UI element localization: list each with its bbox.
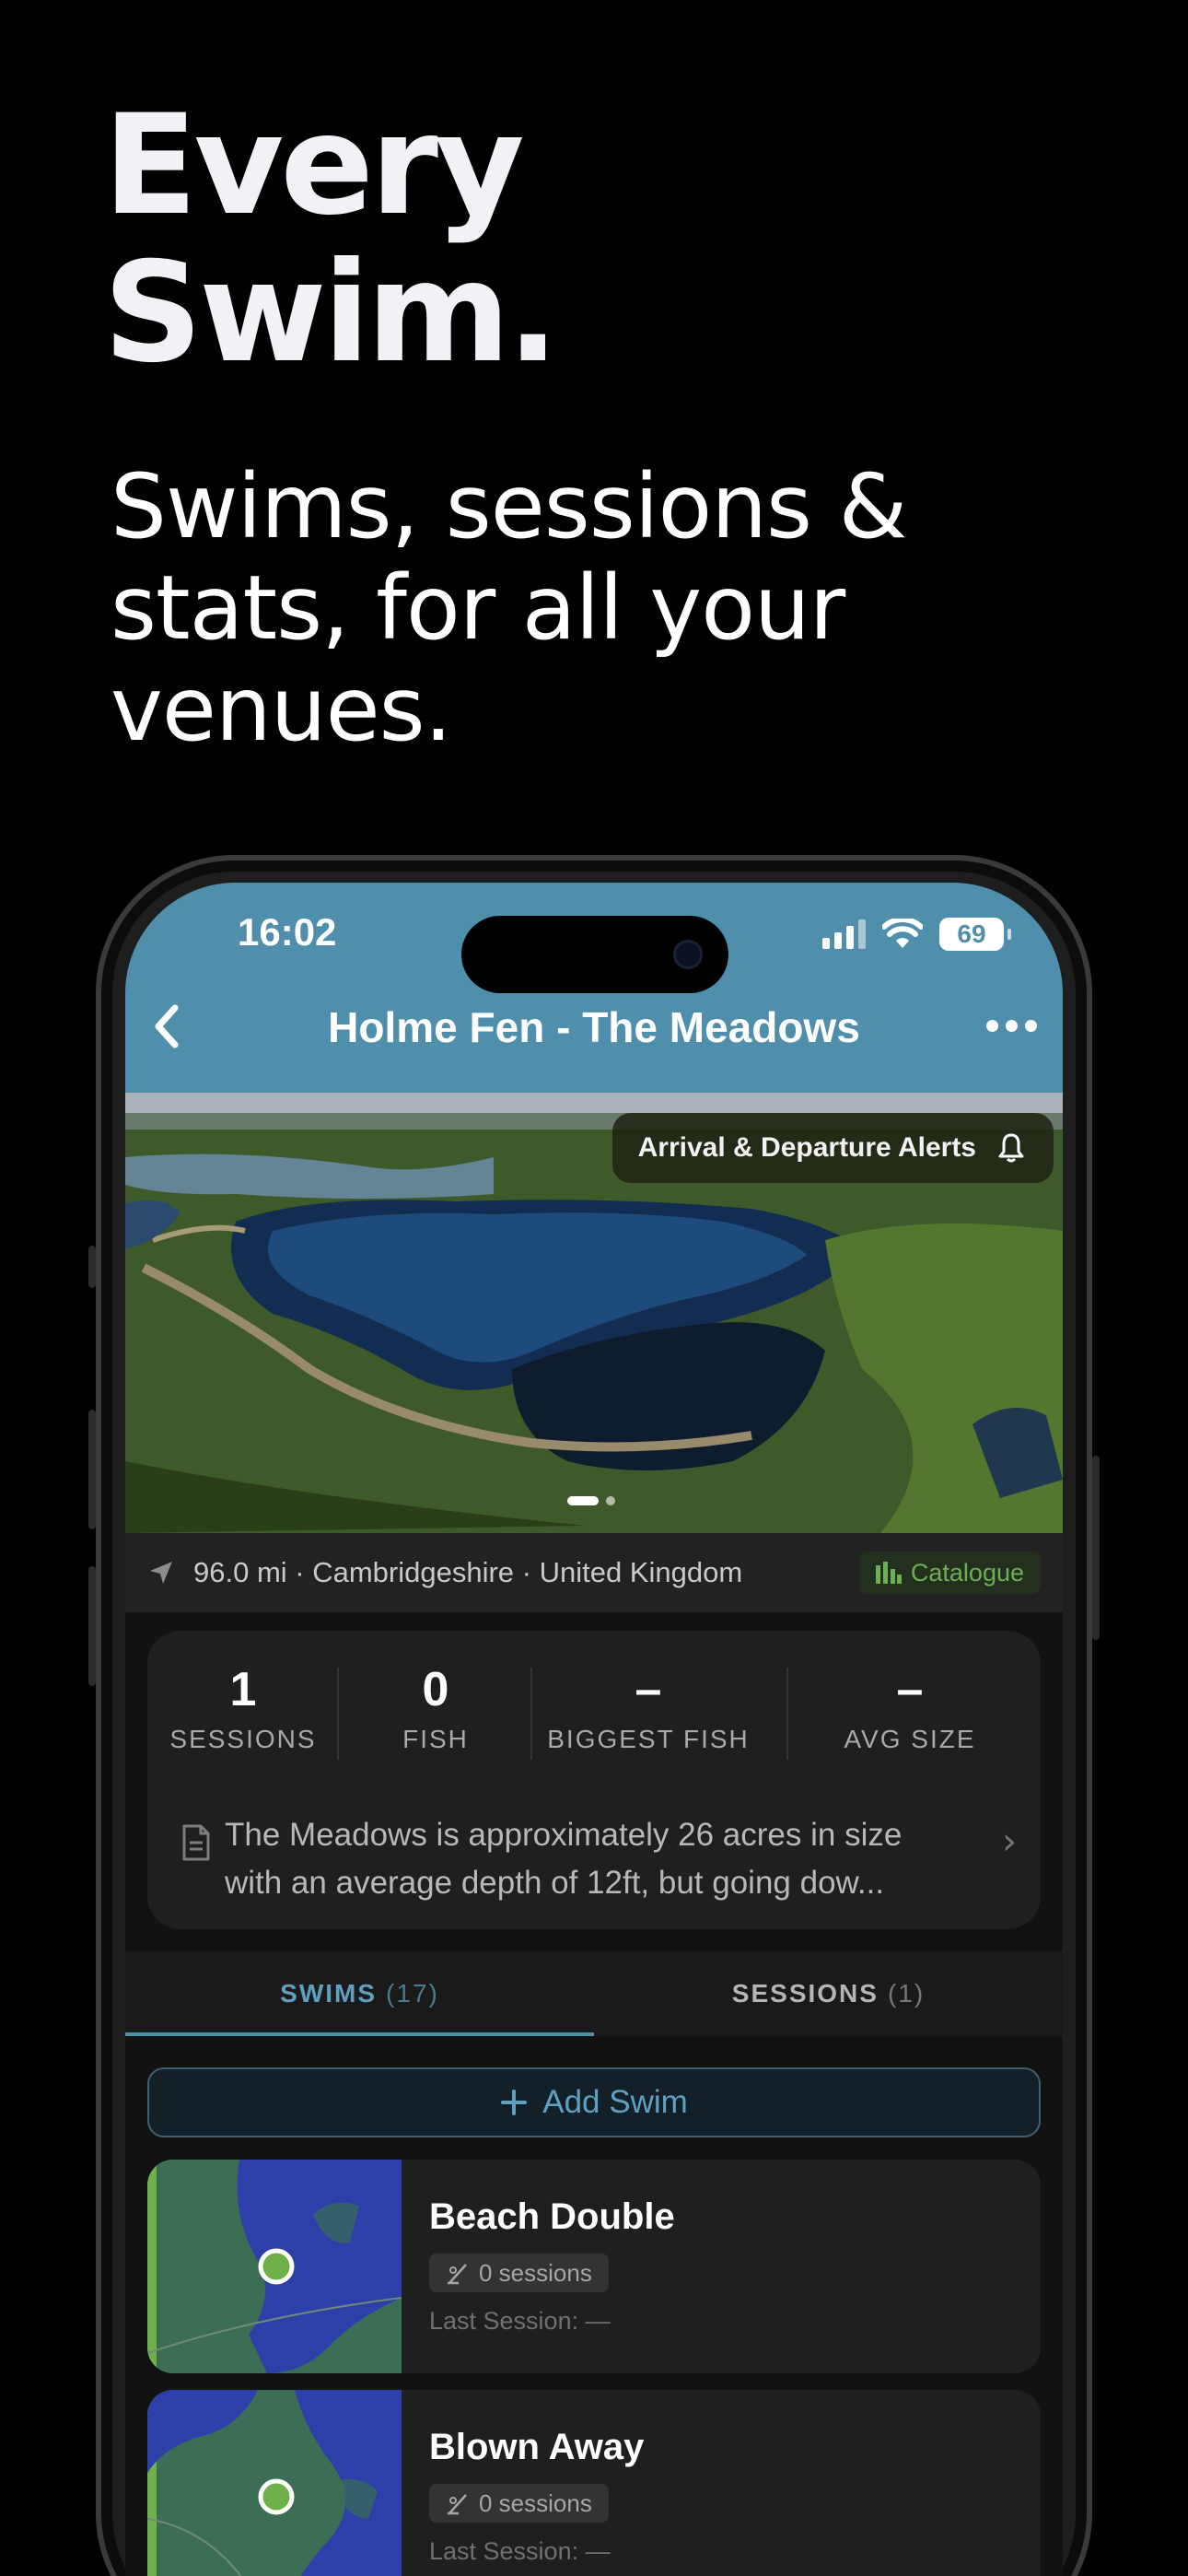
status-time: 16:02 (238, 910, 337, 954)
document-icon (182, 1824, 210, 1861)
back-chevron-icon (155, 1004, 179, 1048)
dynamic-island (461, 916, 728, 993)
battery-icon: 69 (939, 918, 1011, 951)
swim-sessions-badge: 0 sessions (429, 2484, 609, 2523)
carousel-pager (567, 1496, 615, 1505)
location-row: 96.0 mi · Cambridgeshire · United Kingdo… (125, 1533, 1063, 1612)
plus-icon (501, 2090, 528, 2115)
swim-map-thumbnail (147, 2390, 402, 2576)
description-text: The Meadows is approximately 26 acres in… (225, 1811, 943, 1907)
app-header: 16:02 69 Holme Fen - The Meadows (125, 883, 1063, 1093)
swim-map (147, 2160, 402, 2373)
chevron-right-icon: › (1002, 1821, 1017, 1863)
volume-up-button (88, 1410, 96, 1529)
catalogue-button[interactable]: Catalogue (858, 1551, 1041, 1594)
headline-line-1: Every (103, 86, 525, 246)
venue-photo-carousel[interactable]: Arrival & Departure Alerts (125, 1093, 1063, 1533)
battery-level: 69 (957, 919, 986, 948)
swim-last-session: Last Session: — (429, 2537, 611, 2565)
swim-map-thumbnail (147, 2160, 402, 2373)
promo-subheadline: Swims, sessions & stats, for all your ve… (111, 455, 907, 761)
back-button[interactable] (147, 999, 203, 1054)
more-dots-icon (985, 1019, 998, 1032)
stat-divider (530, 1668, 532, 1760)
stat-value: 0 (422, 1663, 449, 1716)
description-line-2: with an average depth of 12ft, but going… (225, 1865, 885, 1901)
tab-label: SWIMS (280, 1979, 378, 2008)
active-tab-indicator (125, 2032, 594, 2036)
stat-sessions: 1 SESSIONS (151, 1662, 335, 1754)
rod-icon (448, 2494, 467, 2515)
volume-down-button (88, 1566, 96, 1686)
stat-label: SESSIONS (169, 1725, 317, 1753)
tab-swims[interactable]: SWIMS (17) (125, 1951, 594, 2036)
stat-label: FISH (402, 1725, 469, 1753)
signal-icon (822, 919, 866, 949)
venue-title: Holme Fen - The Meadows (328, 1003, 860, 1051)
catalogue-bars-icon (875, 1562, 902, 1584)
more-options-button[interactable] (974, 1002, 1048, 1048)
swim-last-session: Last Session: — (429, 2307, 611, 2335)
stats-card: 1 SESSIONS 0 FISH – BIGGEST FISH – AVG S… (147, 1631, 1041, 1929)
swim-card[interactable]: Blown Away 0 sessions Last Session: — (147, 2390, 1041, 2576)
add-swim-label: Add Swim (542, 2084, 688, 2120)
rod-icon (448, 2264, 467, 2285)
swim-name: Blown Away (429, 2427, 645, 2467)
catalogue-label: Catalogue (910, 1558, 1024, 1587)
stat-value: – (896, 1663, 924, 1716)
stat-fish: 0 FISH (344, 1662, 528, 1754)
swim-card[interactable]: Beach Double 0 sessions Last Session: — (147, 2160, 1041, 2373)
bell-icon (998, 1133, 1024, 1163)
stat-label: AVG SIZE (844, 1725, 976, 1753)
stat-divider (337, 1668, 339, 1760)
front-camera (673, 940, 703, 969)
arrival-alerts-button[interactable]: Arrival & Departure Alerts (611, 1113, 1054, 1183)
pager-dot (606, 1496, 615, 1505)
stat-divider (786, 1668, 788, 1760)
description-line-1: The Meadows is approximately 26 acres in… (225, 1817, 903, 1853)
stat-avg-size: – AVG SIZE (818, 1662, 1002, 1754)
add-swim-button[interactable]: Add Swim (147, 2067, 1041, 2137)
location-text: 96.0 mi · Cambridgeshire · United Kingdo… (193, 1556, 743, 1588)
tab-bar: SWIMS (17) SESSIONS (1) (125, 1951, 1063, 2036)
stat-value: – (635, 1663, 662, 1716)
alert-label: Arrival & Departure Alerts (637, 1132, 976, 1163)
tab-count: (17) (386, 1979, 439, 2008)
stat-value: 1 (229, 1663, 257, 1716)
stat-biggest-fish: – BIGGEST FISH (533, 1662, 763, 1754)
pager-dot-active (567, 1496, 599, 1505)
status-icons: 69 (822, 918, 1011, 951)
swim-sessions-count: 0 sessions (479, 2488, 592, 2517)
tab-label: SESSIONS (731, 1979, 879, 2008)
power-button (1092, 1456, 1100, 1640)
swim-map (147, 2390, 402, 2576)
promo-headline: Every Swim. (103, 86, 559, 393)
action-button (88, 1246, 96, 1288)
tab-sessions[interactable]: SESSIONS (1) (594, 1951, 1063, 2036)
headline-line-2: Swim. (103, 233, 559, 393)
swim-name: Beach Double (429, 2196, 675, 2237)
swim-sessions-badge: 0 sessions (429, 2254, 609, 2292)
location-arrow-icon (150, 1562, 172, 1584)
stat-label: BIGGEST FISH (547, 1725, 750, 1753)
app-screen: 16:02 69 Holme Fen - The Meadows Arrival… (125, 883, 1063, 2576)
tab-count: (1) (887, 1979, 926, 2008)
swim-sessions-count: 0 sessions (479, 2258, 592, 2287)
venue-description[interactable]: The Meadows is approximately 26 acres in… (169, 1811, 1017, 1907)
wifi-icon (882, 919, 923, 948)
